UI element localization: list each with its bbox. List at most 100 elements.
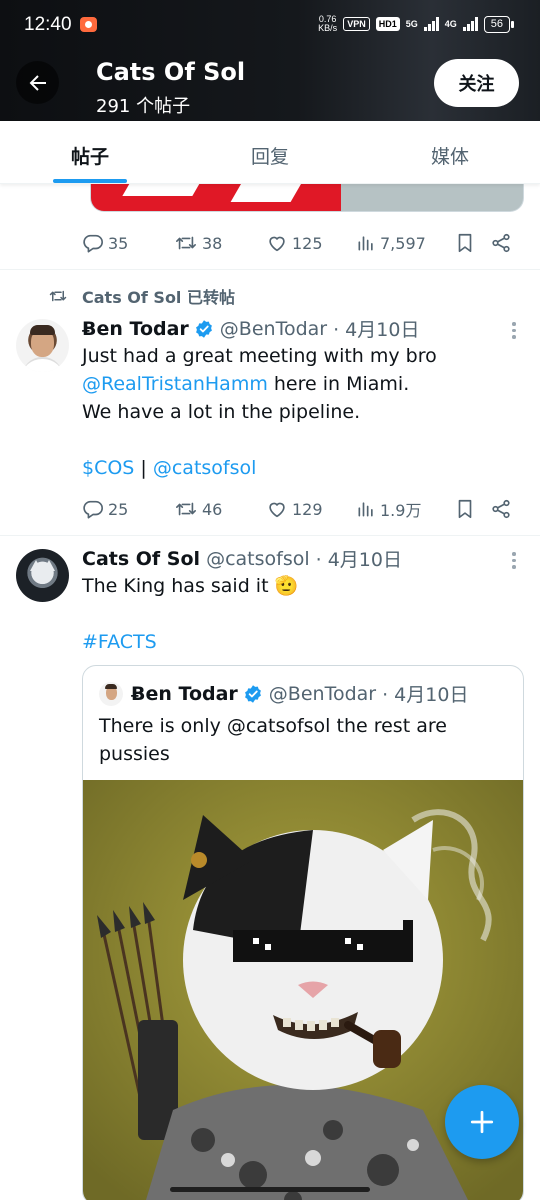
repost-icon (49, 290, 67, 302)
mention-link[interactable]: @RealTristanHamm (82, 373, 268, 395)
reply-button[interactable]: 25 (82, 498, 174, 520)
network-speed-unit: KB/s (318, 23, 338, 33)
post-divider (0, 535, 540, 536)
heart-icon (269, 236, 285, 252)
like-count: 125 (292, 233, 323, 253)
status-indicators: 0.76 KB/s VPN HD1 5G 4G 56 (318, 15, 515, 33)
post-actions: 35 38 125 7,597 (82, 229, 518, 257)
signal-5g-label: 5G (405, 19, 418, 29)
post-text-fragment: here in Miami. (267, 373, 410, 395)
like-count: 129 (292, 499, 323, 519)
network-speed: 0.76 KB/s (318, 15, 337, 33)
author-handle: @BenTodar (268, 682, 377, 705)
salute-emoji: 🫡 (274, 575, 299, 597)
post-text-line: Just had a great meeting with my bro (82, 345, 437, 367)
more-options-button[interactable] (504, 552, 524, 569)
post-media-image[interactable] (90, 184, 524, 212)
quoted-post-text: There is only @catsofsol the rest are pu… (99, 712, 509, 768)
like-button[interactable]: 125 (266, 232, 356, 254)
post-text: The King has said it 🫡 #FACTS (82, 572, 502, 656)
views-button[interactable]: 7,597 (356, 233, 454, 253)
avatar (99, 682, 123, 706)
reply-count: 35 (108, 233, 129, 253)
share-button[interactable] (490, 498, 512, 520)
post-text-line: @RealTristanHamm here in Miami. (82, 370, 502, 398)
avatar[interactable] (16, 549, 69, 602)
hd-badge: HD1 (375, 17, 400, 31)
reply-icon (83, 500, 103, 519)
reply-count: 25 (108, 499, 129, 519)
profile-tabs: 帖子 回复 媒体 (0, 121, 540, 184)
tab-replies[interactable]: 回复 (180, 121, 360, 183)
repost-count: 46 (202, 499, 223, 519)
cashtag-link[interactable]: $COS (82, 457, 134, 479)
views-icon (358, 502, 373, 517)
author-name[interactable]: Cats Of Sol (82, 548, 200, 570)
views-count: 1.9万 (380, 501, 422, 520)
screen-record-icon (80, 17, 97, 32)
page-title: Cats Of Sol (96, 58, 246, 86)
author-handle[interactable]: @BenTodar (220, 318, 327, 340)
verified-badge-icon (195, 319, 212, 338)
tab-media[interactable]: 媒体 (360, 121, 540, 183)
repost-button[interactable]: 38 (174, 232, 266, 254)
timeline[interactable]: 35 38 125 7,597 Cats Of Sol 已转帖 Ƀen Toda… (0, 184, 540, 1200)
heart-icon (269, 502, 285, 518)
post-text-fragment: The King has said it (82, 575, 269, 597)
share-icon (492, 233, 510, 253)
profile-header: 12:40 0.76 KB/s VPN HD1 5G 4G 56 Cats Of… (0, 0, 540, 121)
views-count: 7,597 (380, 233, 426, 253)
reply-icon (83, 234, 103, 253)
post-author-line: Cats Of Sol @catsofsol · 4月10日 (82, 545, 402, 572)
mention-link[interactable]: @catsofsol (153, 457, 257, 479)
status-time: 12:40 (24, 14, 72, 35)
post-date: · 4月10日 (333, 319, 420, 341)
back-button[interactable] (16, 61, 59, 104)
vpn-badge: VPN (343, 17, 370, 31)
author-name: Ƀen Todar (131, 682, 238, 705)
bookmark-button[interactable] (454, 498, 490, 520)
bookmark-icon (458, 233, 472, 253)
views-button[interactable]: 1.9万 (356, 497, 454, 521)
share-button[interactable] (490, 232, 512, 254)
like-button[interactable]: 129 (266, 498, 356, 520)
bookmark-button[interactable] (454, 232, 490, 254)
more-options-button[interactable] (504, 322, 524, 339)
tab-posts[interactable]: 帖子 (0, 121, 180, 183)
post-text: Just had a great meeting with my bro @Re… (82, 342, 502, 482)
repost-count: 38 (202, 233, 223, 253)
post-actions: 25 46 129 1.9万 (82, 495, 518, 523)
post-date: · 4月10日 (382, 684, 469, 706)
repost-icon (176, 236, 196, 250)
home-indicator[interactable] (170, 1187, 370, 1192)
arrow-left-icon (29, 74, 46, 91)
quoted-author-line: Ƀen Todar @BenTodar · 4月10日 (131, 680, 468, 707)
bookmark-icon (458, 499, 472, 519)
repost-indicator[interactable]: Cats Of Sol 已转帖 (48, 284, 235, 308)
reply-button[interactable]: 35 (82, 232, 174, 254)
author-name[interactable]: Ƀen Todar (82, 318, 189, 340)
plus-icon (470, 1110, 494, 1134)
signal-bars-icon (423, 17, 439, 31)
signal-bars-icon (462, 17, 478, 31)
compose-button[interactable] (445, 1085, 519, 1159)
repost-button[interactable]: 46 (174, 498, 266, 520)
repost-icon (176, 502, 196, 516)
post-text-line: There is only @catsofsol the rest are (99, 715, 447, 737)
post-text-line: $COS | @catsofsol (82, 454, 502, 482)
text-separator: | (134, 457, 153, 479)
follow-button[interactable]: 关注 (434, 59, 519, 107)
post-text-line: The King has said it 🫡 (82, 572, 502, 600)
hashtag-link[interactable]: #FACTS (82, 631, 157, 653)
signal-4g-label: 4G (444, 19, 457, 29)
views-icon (358, 236, 373, 251)
post-text-line: #FACTS (82, 628, 502, 656)
post-text-line: pussies (99, 743, 170, 765)
avatar[interactable] (16, 319, 69, 372)
share-icon (492, 499, 510, 519)
repost-label: Cats Of Sol 已转帖 (82, 288, 235, 307)
post-text-line: We have a lot in the pipeline. (82, 401, 361, 423)
more-vertical-icon (512, 552, 516, 556)
post-author-line: Ƀen Todar @BenTodar · 4月10日 (82, 315, 419, 342)
author-handle[interactable]: @catsofsol (206, 548, 310, 570)
